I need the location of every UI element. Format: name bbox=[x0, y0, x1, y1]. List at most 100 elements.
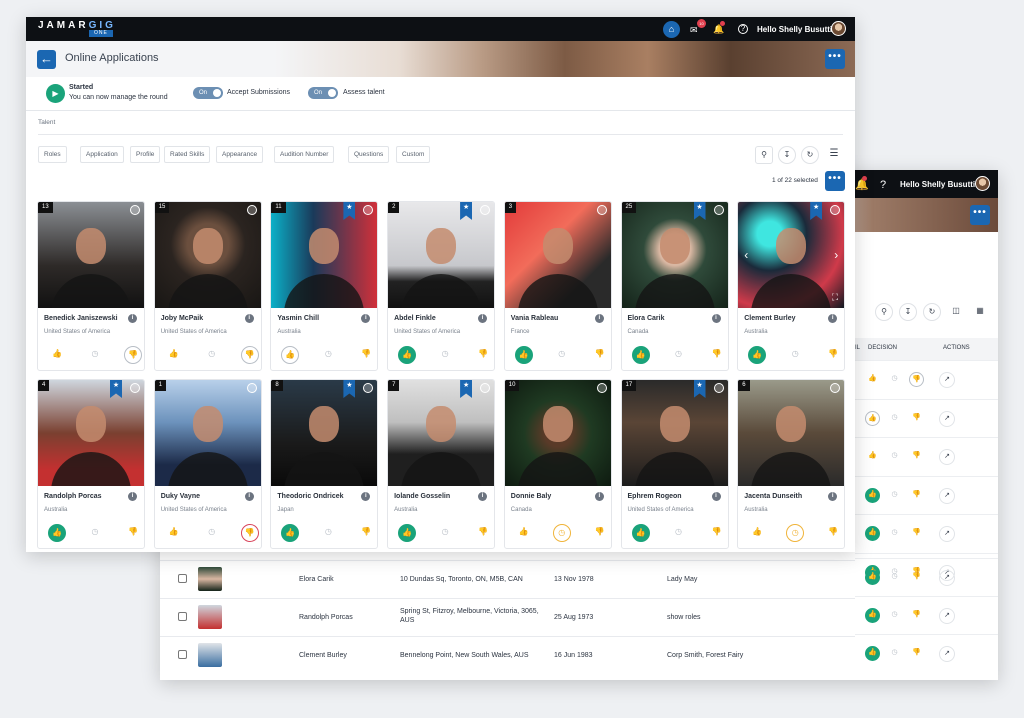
external-link-icon[interactable]: ↗ bbox=[939, 410, 955, 427]
thumbs-up-icon[interactable]: 👍 bbox=[865, 487, 880, 503]
thumbs-down-icon[interactable]: 👎 bbox=[474, 346, 492, 364]
selection-more-button[interactable]: ••• bbox=[825, 171, 845, 191]
back-avatar[interactable] bbox=[975, 176, 990, 191]
star-ribbon-icon[interactable]: ★ bbox=[343, 202, 356, 220]
select-radio[interactable] bbox=[246, 383, 257, 393]
external-link-icon[interactable]: ↗ bbox=[939, 526, 955, 542]
maybe-icon[interactable]: ◷ bbox=[86, 346, 104, 364]
chevron-right-icon[interactable]: › bbox=[834, 248, 838, 262]
info-icon[interactable]: i bbox=[361, 314, 371, 323]
thumbs-down-icon[interactable]: 👎 bbox=[909, 608, 924, 623]
thumbs-down-icon[interactable]: 👎 bbox=[824, 346, 842, 364]
back-columns-icon[interactable]: ◫ bbox=[947, 303, 965, 321]
thumbs-down-icon[interactable]: 👎 bbox=[909, 646, 924, 661]
maybe-icon[interactable]: ◷ bbox=[786, 346, 804, 364]
list-view-icon[interactable]: ☰ bbox=[825, 146, 843, 164]
thumbs-up-icon[interactable]: 👍 bbox=[748, 346, 767, 364]
thumbs-down-icon[interactable]: 👎 bbox=[240, 346, 259, 364]
info-icon[interactable]: i bbox=[244, 492, 254, 501]
info-icon[interactable]: i bbox=[478, 314, 488, 323]
thumbs-down-icon[interactable]: 👎 bbox=[909, 411, 924, 426]
thumbs-up-icon[interactable]: 👍 bbox=[865, 526, 880, 541]
talent-card[interactable]: 8 ★ Theodoric Ondricek i Japan 👍 ◷ 👎 bbox=[270, 379, 379, 549]
filter-tab[interactable]: Roles bbox=[38, 146, 67, 163]
thumbs-up-icon[interactable]: 👍 bbox=[398, 524, 417, 542]
thumbs-up-icon[interactable]: 👍 bbox=[631, 524, 650, 542]
talent-card[interactable]: 1 Duky Vayne i United States of America 👍 ◷ 👎 bbox=[153, 379, 262, 549]
filter-tab[interactable]: Application bbox=[80, 146, 124, 163]
help-icon[interactable]: ? bbox=[738, 24, 748, 34]
maybe-icon[interactable]: ◷ bbox=[887, 411, 902, 426]
thumbs-down-icon[interactable]: 👎 bbox=[909, 526, 924, 541]
row-name[interactable]: Elora Carik bbox=[299, 575, 334, 584]
maybe-icon[interactable]: ◷ bbox=[436, 524, 454, 542]
maybe-icon[interactable]: ◷ bbox=[319, 524, 337, 542]
thumbs-up-icon[interactable]: 👍 bbox=[48, 524, 66, 542]
thumbs-down-icon[interactable]: 👎 bbox=[909, 570, 924, 585]
thumbs-down-icon[interactable]: 👎 bbox=[591, 524, 609, 542]
maybe-icon[interactable]: ◷ bbox=[887, 449, 902, 464]
info-icon[interactable]: i bbox=[128, 314, 137, 323]
maybe-icon[interactable]: ◷ bbox=[436, 346, 454, 364]
talent-name[interactable]: Vania Rableau bbox=[511, 315, 558, 322]
play-icon[interactable]: ▶ bbox=[46, 84, 65, 103]
filter-tab[interactable]: Questions bbox=[348, 146, 390, 163]
external-link-icon[interactable]: ↗ bbox=[939, 646, 955, 662]
star-ribbon-icon[interactable]: ★ bbox=[110, 380, 122, 398]
talent-card[interactable]: 11 ★ Yasmin Chill i Australia 👍 ◷ 👎 bbox=[270, 201, 379, 371]
maybe-icon[interactable]: ◷ bbox=[86, 524, 104, 542]
chat-icon[interactable]: ✉ bbox=[690, 24, 698, 36]
select-radio[interactable] bbox=[713, 205, 724, 215]
select-radio[interactable] bbox=[246, 205, 257, 215]
external-link-icon[interactable]: ↗ bbox=[939, 570, 955, 586]
select-radio[interactable] bbox=[363, 205, 374, 215]
chevron-left-icon[interactable]: ‹ bbox=[744, 248, 748, 262]
maybe-icon[interactable]: ◷ bbox=[670, 346, 688, 364]
row-checkbox[interactable] bbox=[178, 612, 187, 621]
maybe-icon[interactable]: ◷ bbox=[887, 372, 902, 387]
info-icon[interactable]: i bbox=[244, 314, 254, 323]
external-link-icon[interactable]: ↗ bbox=[939, 449, 955, 465]
row-checkbox[interactable] bbox=[178, 574, 187, 583]
thumbs-down-icon[interactable]: 👎 bbox=[357, 524, 375, 542]
talent-name[interactable]: Joby McPaik bbox=[161, 315, 203, 322]
download-icon[interactable]: ↧ bbox=[778, 146, 796, 164]
thumbs-up-icon[interactable]: 👍 bbox=[514, 346, 533, 364]
thumbs-up-icon[interactable]: 👍 bbox=[748, 524, 766, 542]
thumbs-down-icon[interactable]: 👎 bbox=[357, 346, 375, 364]
maybe-icon[interactable]: ◷ bbox=[887, 646, 902, 661]
info-icon[interactable]: i bbox=[711, 314, 721, 323]
star-ribbon-icon[interactable]: ★ bbox=[810, 202, 823, 220]
back-arrow-button[interactable]: ← bbox=[37, 50, 56, 69]
select-radio[interactable] bbox=[596, 383, 607, 393]
thumbs-down-icon[interactable]: 👎 bbox=[909, 372, 924, 387]
talent-name[interactable]: Ephrem Rogeon bbox=[628, 493, 682, 500]
talent-name[interactable]: Benedick Janiszewski bbox=[44, 315, 118, 322]
talent-card[interactable]: 3 Vania Rableau i France 👍 ◷ 👎 bbox=[503, 201, 612, 371]
row-checkbox[interactable] bbox=[178, 650, 187, 659]
thumbs-up-icon[interactable]: 👍 bbox=[865, 372, 880, 387]
select-radio[interactable] bbox=[363, 383, 374, 393]
row-name[interactable]: Clement Burley bbox=[299, 651, 347, 660]
thumbs-up-icon[interactable]: 👍 bbox=[515, 524, 533, 542]
thumbs-up-icon[interactable]: 👍 bbox=[865, 608, 880, 623]
talent-card[interactable]: 10 Donnie Baly i Canada 👍 ◷ 👎 bbox=[503, 379, 612, 549]
star-ribbon-icon[interactable]: ★ bbox=[693, 380, 706, 398]
row-name[interactable]: Randolph Porcas bbox=[299, 613, 353, 622]
maybe-icon[interactable]: ◷ bbox=[887, 608, 902, 623]
search-icon[interactable]: ⚲ bbox=[755, 146, 773, 164]
thumbs-down-icon[interactable]: 👎 bbox=[591, 346, 609, 364]
talent-card[interactable]: 7 ★ Iolande Gosselin i Australia 👍 ◷ 👎 bbox=[387, 379, 496, 549]
thumbs-up-icon[interactable]: 👍 bbox=[48, 346, 66, 364]
refresh-icon[interactable]: ↻ bbox=[801, 146, 819, 164]
info-icon[interactable]: i bbox=[828, 492, 838, 501]
back-more-button[interactable]: ••• bbox=[970, 205, 990, 225]
thumbs-up-icon[interactable]: 👍 bbox=[865, 449, 880, 464]
accept-submissions-toggle[interactable]: On bbox=[193, 87, 223, 99]
star-ribbon-icon[interactable]: ★ bbox=[460, 380, 473, 398]
maybe-icon[interactable]: ◷ bbox=[670, 524, 688, 542]
thumbs-up-icon[interactable]: 👍 bbox=[165, 346, 183, 364]
filter-tab[interactable]: Rated Skills bbox=[164, 146, 211, 163]
thumbs-up-icon[interactable]: 👍 bbox=[281, 524, 300, 542]
thumbs-up-icon[interactable]: 👍 bbox=[631, 346, 650, 364]
